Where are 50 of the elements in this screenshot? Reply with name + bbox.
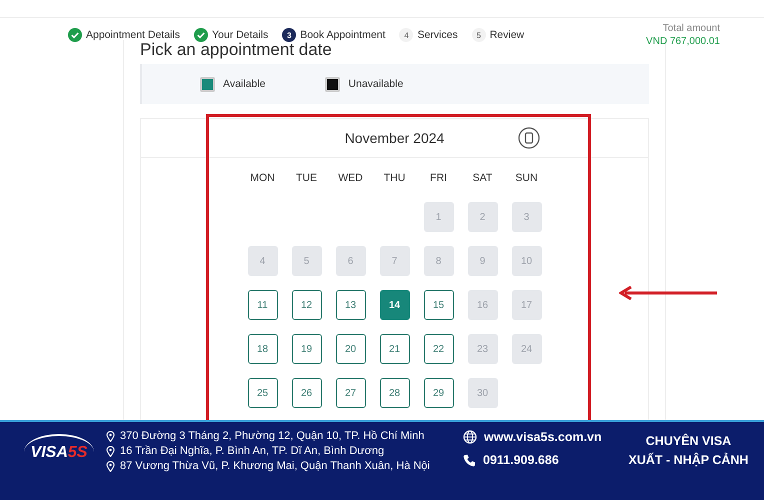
weekday-label: SUN [515, 171, 538, 186]
step-label[interactable]: Book Appointment [300, 29, 386, 41]
day-cell[interactable]: 15 [424, 290, 454, 320]
phone-icon [463, 454, 476, 466]
step-number: 3 [282, 28, 296, 42]
day-cell[interactable]: 18 [248, 334, 278, 364]
day-cell[interactable]: 11 [248, 290, 278, 320]
day-cell[interactable]: 19 [292, 334, 322, 364]
day-cell[interactable]: 26 [292, 378, 322, 408]
weekday-label: TUE [296, 171, 317, 186]
page-title: Pick an appointment date [140, 40, 332, 61]
step-number: 5 [472, 28, 486, 42]
day-cell[interactable]: 25 [248, 378, 278, 408]
total-label: Total amount [662, 22, 720, 35]
legend-label: Available [223, 78, 266, 90]
globe-icon [463, 430, 477, 444]
day-cell[interactable]: 28 [380, 378, 410, 408]
legend-label: Unavailable [348, 78, 404, 90]
brand-logo: VISA5S [24, 434, 94, 470]
day-cell[interactable]: 14 [380, 290, 410, 320]
weekday-label: MON [250, 171, 275, 186]
address-text: 16 Trần Đại Nghĩa, P. Bình An, TP. Dĩ An, Bình Dương [120, 445, 384, 458]
day-cell[interactable]: 29 [424, 378, 454, 408]
slogan-text: CHUYÊN VISA [644, 432, 732, 450]
step-label[interactable]: Your Details [212, 29, 268, 41]
address-text: 87 Vương Thừa Vũ, P. Khương Mai, Quận Thanh Xuân, Hà Nội [120, 460, 430, 473]
step-label[interactable]: Appointment Details [86, 29, 180, 41]
address-text: 370 Đường 3 Tháng 2, Phường 12, Quận 10, TP. Hồ Chí Minh [120, 430, 424, 443]
day-cell[interactable]: 20 [336, 334, 366, 364]
day-cell[interactable]: 27 [336, 378, 366, 408]
phone-number[interactable]: 0911.909.686 [483, 453, 559, 467]
weekday-label: FRI [430, 171, 447, 186]
day-cell[interactable]: 12 [292, 290, 322, 320]
month-title: November 2024 [344, 130, 444, 146]
weekday-label: THU [384, 171, 406, 186]
weekday-label: WED [338, 171, 363, 186]
location-pin-icon [106, 461, 115, 472]
location-pin-icon [106, 431, 115, 442]
location-pin-icon [106, 446, 115, 457]
total-value: VND 767,000.01 [646, 35, 720, 48]
step-label[interactable]: Services [417, 29, 458, 41]
day-cell[interactable]: 22 [424, 334, 454, 364]
step-label[interactable]: Review [490, 29, 524, 41]
weekday-label: SAT [472, 171, 492, 186]
website-link[interactable]: www.visa5s.com.vn [484, 430, 602, 444]
calendar-icon[interactable] [518, 127, 540, 149]
day-cell[interactable]: 13 [336, 290, 366, 320]
day-cell[interactable]: 21 [380, 334, 410, 364]
slogan-text: XUẤT - NHẬP CẢNH [628, 452, 750, 469]
step-number: 4 [399, 28, 414, 42]
